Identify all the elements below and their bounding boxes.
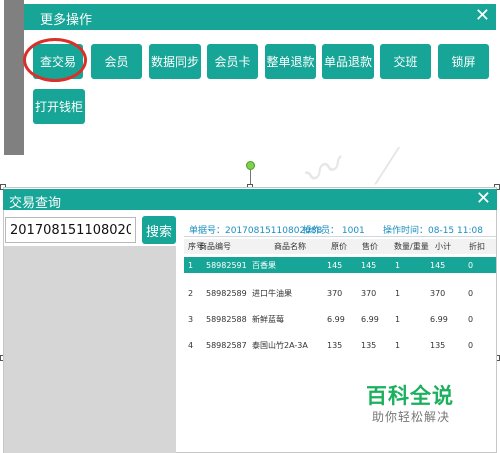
original-price: 145 — [327, 260, 343, 270]
quantity: 1 — [395, 314, 401, 324]
row-number: 4 — [188, 340, 194, 350]
operation-time-label: 操作时间：08-15 11:08 — [383, 226, 483, 236]
item-code: 58982591 — [206, 260, 247, 270]
search-button[interactable]: 搜索 — [142, 216, 176, 244]
item-code: 58982589 — [206, 288, 247, 298]
more-actions-title-bar: 更多操作 ✕ — [24, 4, 496, 30]
row-number: 3 — [188, 314, 194, 324]
data-sync-button[interactable]: 数据同步 — [149, 44, 201, 79]
query-transaction-button[interactable]: 查交易 — [33, 44, 83, 79]
left-gray-strip — [4, 0, 24, 155]
column-header: 售价 — [362, 242, 378, 251]
row-number: 1 — [188, 260, 194, 270]
quantity: 1 — [395, 288, 401, 298]
item-code: 58982588 — [206, 314, 247, 324]
column-header: 商品名称 — [274, 242, 306, 251]
item-refund-button[interactable]: 单品退款 — [322, 44, 374, 79]
discount: 0 — [468, 288, 474, 298]
original-price: 6.99 — [327, 314, 345, 324]
column-header: 小计 — [435, 242, 451, 251]
transaction-list-pane — [4, 246, 176, 453]
item-name: 百香果 — [252, 260, 276, 270]
full-refund-button[interactable]: 整单退款 — [265, 44, 316, 79]
quantity: 1 — [395, 260, 401, 270]
table-row[interactable]: 3 58982588 新鲜蓝莓 6.99 6.99 1 6.99 0 — [184, 306, 496, 332]
column-header: 折扣 — [469, 242, 485, 251]
member-card-button[interactable]: 会员卡 — [207, 44, 258, 79]
sale-price: 6.99 — [361, 314, 379, 324]
brand-watermark-tagline: 助你轻松解决 — [372, 410, 451, 424]
original-price: 135 — [327, 340, 343, 350]
operator-label: 操作员： 1001 — [303, 226, 365, 236]
column-header: 原价 — [331, 242, 347, 251]
item-code: 58982587 — [206, 340, 247, 350]
column-header: 商品编号 — [199, 242, 231, 251]
item-name: 泰国山竹2A-3A — [252, 340, 308, 350]
sale-price: 370 — [361, 288, 377, 298]
sale-price: 135 — [361, 340, 377, 350]
original-price: 370 — [327, 288, 343, 298]
table-header-row: 序号 商品编号 商品名称 原价 售价 数量/重量 小计 折扣 — [184, 239, 496, 254]
transaction-query-close-icon[interactable]: ✕ — [476, 189, 491, 209]
lock-screen-button[interactable]: 锁屏 — [438, 44, 489, 79]
more-actions-title: 更多操作 — [40, 13, 93, 28]
shift-handover-button[interactable]: 交班 — [380, 44, 431, 79]
table-row[interactable]: 2 58982589 进口牛油果 370 370 1 370 0 — [184, 280, 496, 306]
member-button[interactable]: 会员 — [91, 44, 142, 79]
table-row[interactable]: 4 58982587 泰国山竹2A-3A 135 135 1 135 0 — [184, 332, 496, 358]
table-row[interactable]: 1 58982591 百香果 145 145 1 145 0 — [184, 257, 496, 273]
transaction-query-title: 交易查询 — [9, 196, 62, 211]
transaction-search-input[interactable] — [5, 217, 136, 243]
brand-watermark-logo: 百科全说 — [366, 384, 454, 408]
open-cash-drawer-button[interactable]: 打开钱柜 — [33, 89, 85, 124]
discount: 0 — [468, 314, 474, 324]
subtotal: 6.99 — [430, 314, 448, 324]
discount: 0 — [468, 340, 474, 350]
subtotal: 370 — [430, 288, 446, 298]
item-name: 进口牛油果 — [252, 288, 292, 298]
sale-price: 145 — [361, 260, 377, 270]
more-actions-close-icon[interactable]: ✕ — [475, 6, 490, 26]
column-header: 数量/重量 — [394, 242, 429, 251]
discount: 0 — [468, 260, 474, 270]
transaction-query-title-bar: 交易查询 ✕ — [3, 189, 497, 211]
subtotal: 145 — [430, 260, 446, 270]
divider — [184, 236, 496, 237]
rotation-handle[interactable] — [246, 161, 255, 170]
subtotal: 135 — [430, 340, 446, 350]
quantity: 1 — [395, 340, 401, 350]
item-name: 新鲜蓝莓 — [252, 314, 284, 324]
row-number: 2 — [188, 288, 194, 298]
transaction-items-table: 序号 商品编号 商品名称 原价 售价 数量/重量 小计 折扣 1 5898259… — [184, 239, 496, 358]
